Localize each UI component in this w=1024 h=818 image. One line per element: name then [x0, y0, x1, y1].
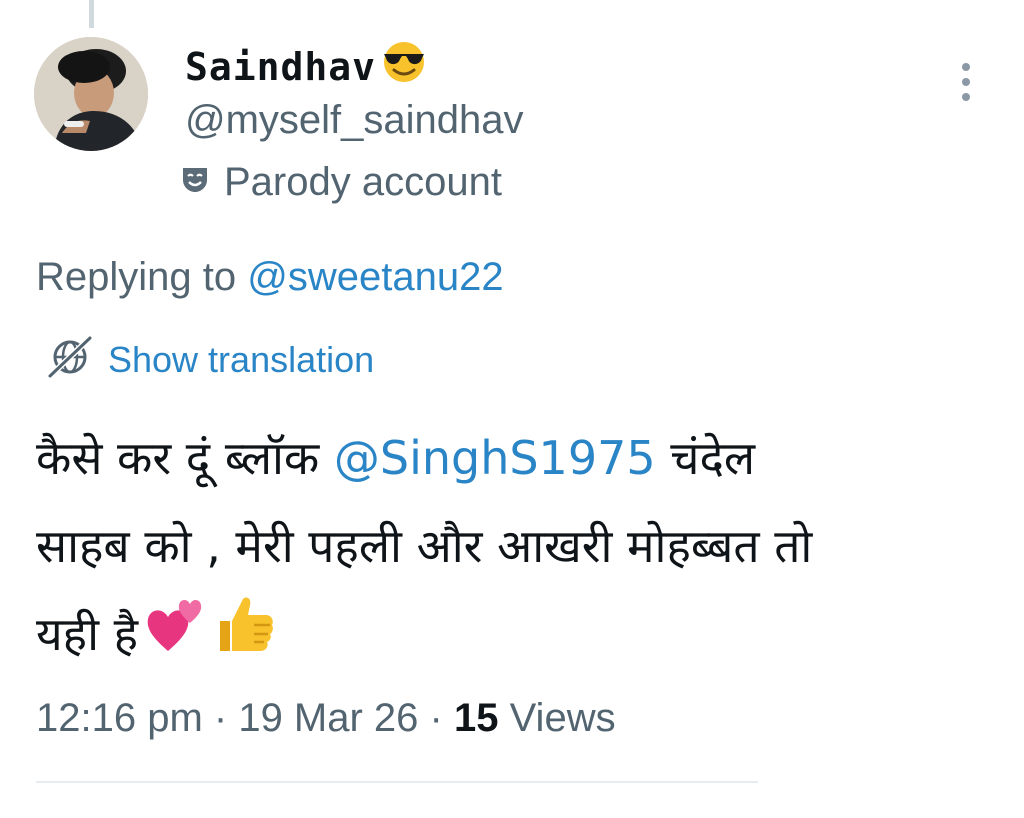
tweet-text-segment: कैसे कर दूं ब्लॉक: [36, 431, 334, 485]
tweet-line-3: यही है: [36, 590, 996, 678]
globe-slash-icon: [44, 334, 96, 385]
avatar[interactable]: [34, 37, 148, 151]
user-handle[interactable]: @myself_saindhav: [185, 98, 524, 143]
tweet-date[interactable]: 19 Mar 26: [238, 696, 418, 740]
mention-link[interactable]: @SinghS1975: [334, 431, 656, 485]
meta-separator: ·: [202, 696, 239, 740]
smiling-face-with-sunglasses-icon: [380, 40, 428, 93]
tweet-text-segment: चंदेल: [655, 431, 756, 485]
two-hearts-icon: [144, 593, 208, 683]
divider: [36, 781, 758, 783]
thread-connector-line: [89, 0, 94, 28]
tweet-time[interactable]: 12:16 pm: [36, 696, 203, 740]
show-translation-button[interactable]: Show translation: [44, 334, 374, 385]
thumbs-up-icon: [214, 593, 276, 683]
replying-prefix: Replying to: [36, 255, 248, 299]
display-name[interactable]: Saindhav: [185, 40, 428, 93]
avatar-photo: [34, 37, 148, 151]
tweet-line-2: साहब को , मेरी पहली और आखरी मोहब्बत तो: [36, 519, 813, 573]
views-label: Views: [498, 696, 616, 740]
replying-handle-link[interactable]: @sweetanu22: [247, 255, 503, 299]
replying-to: Replying to @sweetanu22: [36, 255, 504, 300]
vertical-ellipsis-icon[interactable]: [954, 60, 978, 104]
meta-separator: ·: [418, 696, 454, 740]
display-name-text: Saindhav: [185, 44, 377, 89]
theater-mask-icon: [180, 165, 210, 200]
show-translation-label: Show translation: [108, 338, 375, 380]
tweet-text-segment: यही है: [36, 607, 139, 661]
parody-badge: Parody account: [180, 160, 502, 205]
parody-label: Parody account: [224, 160, 502, 204]
views-count: 15: [453, 696, 499, 740]
tweet-body: कैसे कर दूं ब्लॉक @SinghS1975 चंदेल साहब…: [36, 414, 996, 678]
tweet-meta: 12:16 pm · 19 Mar 26 · 15 Views: [36, 696, 616, 741]
tweet-line-1: कैसे कर दूं ब्लॉक @SinghS1975 चंदेल: [36, 414, 996, 502]
